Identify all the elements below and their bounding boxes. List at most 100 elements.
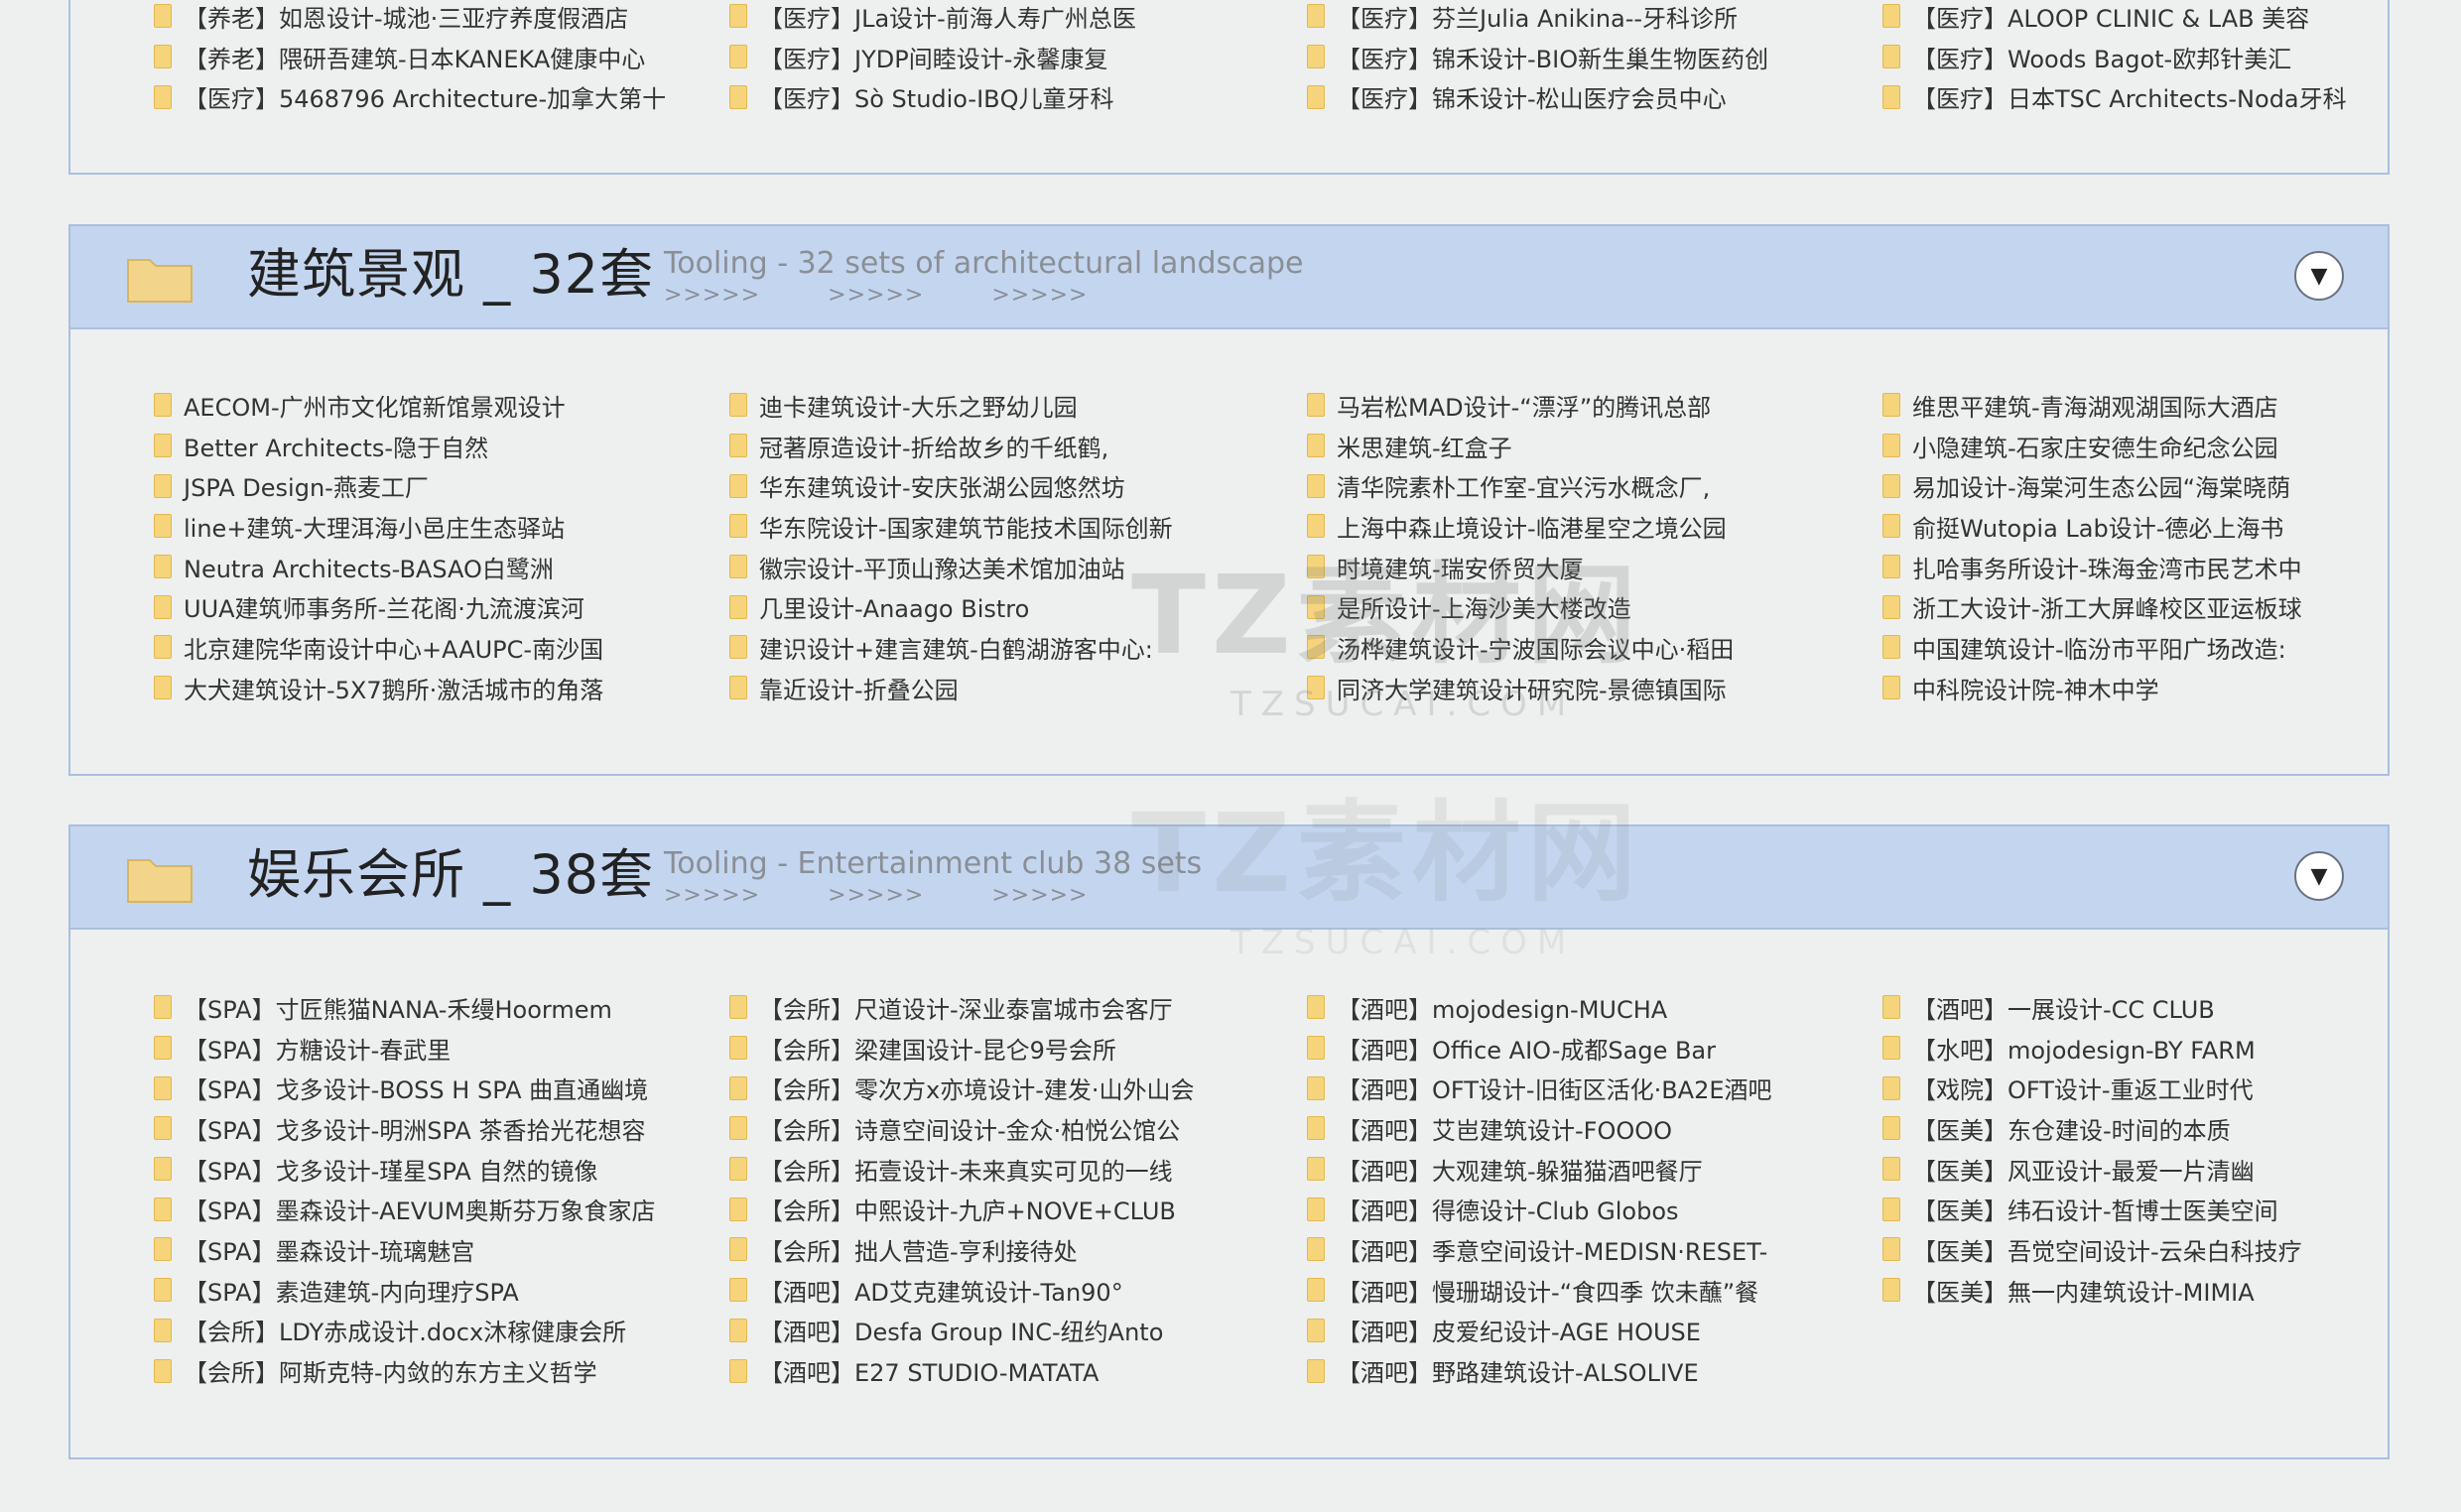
list-item[interactable]: 【医疗】JYDP间睦设计-永馨康复 — [729, 37, 1285, 77]
list-item[interactable]: 【医疗】ALOOP CLINIC & LAB 美容 — [1882, 0, 2438, 37]
list-item[interactable]: 同济大学建筑设计研究院-景德镇国际 — [1307, 668, 1863, 708]
list-item[interactable]: 中科院设计院-神木中学 — [1882, 668, 2438, 708]
list-item[interactable]: 【医疗】5468796 Architecture-加拿大第十 — [154, 76, 710, 117]
list-item[interactable]: 徽宗设计-平顶山豫达美术馆加油站 — [729, 547, 1285, 587]
list-item[interactable]: 迪卡建筑设计-大乐之野幼儿园 — [729, 385, 1285, 426]
list-item[interactable]: 【SPA】素造建筑-内向理疗SPA — [154, 1270, 710, 1311]
list-item[interactable]: 【SPA】寸匠熊猫NANA-禾缦Hoormem — [154, 987, 710, 1028]
folder-icon — [154, 1237, 172, 1262]
list-item[interactable]: Neutra Architects-BASAO白鹭洲 — [154, 547, 710, 587]
list-item[interactable]: 【医美】风亚设计-最爱一片清幽 — [1882, 1149, 2438, 1190]
list-item[interactable]: line+建筑-大理洱海小邑庄生态驿站 — [154, 506, 710, 547]
list-item[interactable]: 【会所】尺道设计-深业泰富城市会客厅 — [729, 987, 1285, 1028]
list-item[interactable]: 【医疗】芬兰Julia Anikina--牙科诊所 — [1307, 0, 1863, 37]
list-item[interactable]: 华东建筑设计-安庆张湖公园悠然坊 — [729, 465, 1285, 506]
list-item-label: 【医疗】日本TSC Architects-Noda牙科 — [1912, 85, 2347, 114]
list-item[interactable]: Better Architects-隐于自然 — [154, 426, 710, 466]
list-item[interactable]: 是所设计-上海沙美大楼改造 — [1307, 586, 1863, 627]
list-item-label: 【酒吧】Office AIO-成都Sage Bar — [1337, 1036, 1717, 1065]
list-item[interactable]: 大犬建筑设计-5X7鹅所·激活城市的角落 — [154, 668, 710, 708]
list-item[interactable]: 【养老】如恩设计-城池·三亚疗养度假酒店 — [154, 0, 710, 37]
list-item[interactable]: 【酒吧】野路建筑设计-ALSOLIVE — [1307, 1350, 1863, 1391]
list-item[interactable]: 小隐建筑-石家庄安德生命纪念公园 — [1882, 426, 2438, 466]
list-item[interactable]: 【酒吧】艾岜建筑设计-FOOOO — [1307, 1108, 1863, 1149]
list-item[interactable]: 【酒吧】一展设计-CC CLUB — [1882, 987, 2438, 1028]
list-item[interactable]: 易加设计-海棠河生态公园“海棠晓荫 — [1882, 465, 2438, 506]
list-item[interactable]: 浙工大设计-浙工大屏峰校区亚运板球 — [1882, 586, 2438, 627]
collapse-toggle-button[interactable]: ▼ — [2294, 251, 2344, 301]
list-item[interactable]: 汤桦建筑设计-宁波国际会议中心·稻田 — [1307, 627, 1863, 668]
list-item[interactable]: 冠著原造设计-折给故乡的千纸鹤, — [729, 426, 1285, 466]
folder-icon — [154, 1116, 172, 1141]
list-item[interactable]: 【酒吧】mojodesign-MUCHA — [1307, 987, 1863, 1028]
list-item[interactable]: 【医美】东仓建设-时间的本质 — [1882, 1108, 2438, 1149]
list-item[interactable]: 上海中森止境设计-临港星空之境公园 — [1307, 506, 1863, 547]
collapse-toggle-button[interactable]: ▼ — [2294, 851, 2344, 901]
list-item[interactable]: 【会所】拓壹设计-未来真实可见的一线 — [729, 1149, 1285, 1190]
list-item[interactable]: 【酒吧】Office AIO-成都Sage Bar — [1307, 1028, 1863, 1069]
list-item[interactable]: 【医疗】日本TSC Architects-Noda牙科 — [1882, 76, 2438, 117]
list-item[interactable]: 【医疗】Woods Bagot-欧邦针美汇 — [1882, 37, 2438, 77]
entertainment-section-header[interactable]: 娱乐会所 _ 38套 Tooling - Entertainment club … — [70, 826, 2388, 930]
list-item[interactable]: 【酒吧】AD艾克建筑设计-Tan90° — [729, 1270, 1285, 1311]
list-item[interactable]: 【会所】阿斯克特-内敛的东方主义哲学 — [154, 1350, 710, 1391]
list-item[interactable]: 【会所】拙人营造-亨利接待处 — [729, 1229, 1285, 1270]
list-item[interactable]: 【酒吧】皮爱纪设计-AGE HOUSE — [1307, 1311, 1863, 1351]
list-item[interactable]: 【SPA】戈多设计-明洲SPA 茶香拾光花想容 — [154, 1108, 710, 1149]
list-item[interactable]: 马岩松MAD设计-“漂浮”的腾讯总部 — [1307, 385, 1863, 426]
list-item[interactable]: 【医疗】JLa设计-前海人寿广州总医 — [729, 0, 1285, 37]
list-item[interactable]: 【会所】零次方x亦境设计-建发·山外山会 — [729, 1068, 1285, 1108]
list-item[interactable]: 【会所】LDY赤成设计.docx沐稼健康会所 — [154, 1311, 710, 1351]
architecture-section-header[interactable]: 建筑景观 _ 32套 Tooling - 32 sets of architec… — [70, 226, 2388, 329]
list-item[interactable]: JSPA Design-燕麦工厂 — [154, 465, 710, 506]
folder-icon — [1307, 1358, 1325, 1383]
list-item[interactable]: 【养老】隈研吾建筑-日本KANEKA健康中心 — [154, 37, 710, 77]
list-item[interactable]: 【SPA】戈多设计-BOSS H SPA 曲直通幽境 — [154, 1068, 710, 1108]
list-item[interactable]: 【医疗】锦禾设计-BIO新生巢生物医药创 — [1307, 37, 1863, 77]
list-item[interactable]: 中国建筑设计-临汾市平阳广场改造: — [1882, 627, 2438, 668]
item-column: 迪卡建筑设计-大乐之野幼儿园 冠著原造设计-折给故乡的千纸鹤, 华东建筑设计-安庆张… — [729, 385, 1285, 708]
list-item[interactable]: 俞挺Wutopia Lab设计-德必上海书 — [1882, 506, 2438, 547]
list-item[interactable]: 【酒吧】慢珊瑚设计-“食四季 饮未蘸”餐 — [1307, 1270, 1863, 1311]
list-item[interactable]: 北京建院华南设计中心+AAUPC-南沙国 — [154, 627, 710, 668]
list-item[interactable]: 【酒吧】E27 STUDIO-MATATA — [729, 1350, 1285, 1391]
list-item[interactable]: 【酒吧】Desfa Group INC-纽约Anto — [729, 1311, 1285, 1351]
list-item[interactable]: 【医美】無一内建筑设计-MIMIA — [1882, 1270, 2438, 1311]
list-item[interactable]: 【酒吧】OFT设计-旧街区活化·BA2E酒吧 — [1307, 1068, 1863, 1108]
list-item[interactable]: 建识设计+建言建筑-白鹤湖游客中心: — [729, 627, 1285, 668]
list-item[interactable]: 【医疗】锦禾设计-松山医疗会员中心 — [1307, 76, 1863, 117]
list-item[interactable]: AECOM-广州市文化馆新馆景观设计 — [154, 385, 710, 426]
list-item[interactable]: 【医美】纬石设计-皙博士医美空间 — [1882, 1189, 2438, 1229]
list-item-label: 【医疗】锦禾设计-BIO新生巢生物医药创 — [1337, 45, 1769, 73]
list-item-label: 【医疗】Woods Bagot-欧邦针美汇 — [1912, 45, 2292, 73]
list-item[interactable]: 【酒吧】得德设计-Club Globos — [1307, 1189, 1863, 1229]
list-item[interactable]: 【会所】梁建国设计-昆仑9号会所 — [729, 1028, 1285, 1069]
list-item-label: 【SPA】戈多设计-明洲SPA 茶香拾光花想容 — [184, 1116, 646, 1145]
folder-icon — [154, 1318, 172, 1342]
list-item[interactable]: 维思平建筑-青海湖观湖国际大酒店 — [1882, 385, 2438, 426]
list-item[interactable]: 【SPA】墨森设计-琉璃魅宫 — [154, 1229, 710, 1270]
list-item-label: 浙工大设计-浙工大屏峰校区亚运板球 — [1912, 595, 2302, 624]
list-item[interactable]: 【医疗】Sò Studio-IBQ儿童牙科 — [729, 76, 1285, 117]
list-item[interactable]: 【会所】诗意空间设计-金众·柏悦公馆公 — [729, 1108, 1285, 1149]
list-item[interactable]: 华东院设计-国家建筑节能技术国际创新 — [729, 506, 1285, 547]
list-item[interactable]: 时境建筑-瑞安侨贸大厦 — [1307, 547, 1863, 587]
list-item-label: 【酒吧】野路建筑设计-ALSOLIVE — [1337, 1359, 1699, 1388]
list-item[interactable]: 几里设计-Anaago Bistro — [729, 586, 1285, 627]
list-item[interactable]: 【会所】中熙设计-九庐+NOVE+CLUB — [729, 1189, 1285, 1229]
list-item[interactable]: 【SPA】墨森设计-AEVUM奥斯芬万象食家店 — [154, 1189, 710, 1229]
list-item[interactable]: 【戏院】OFT设计-重返工业时代 — [1882, 1068, 2438, 1108]
list-item[interactable]: 靠近设计-折叠公园 — [729, 668, 1285, 708]
list-item[interactable]: 【SPA】戈多设计-瑾星SPA 自然的镜像 — [154, 1149, 710, 1190]
list-item[interactable]: UUA建筑师事务所-兰花阁·九流渡滨河 — [154, 586, 710, 627]
list-item[interactable]: 【酒吧】季意空间设计-MEDISN·RESET- — [1307, 1229, 1863, 1270]
list-item[interactable]: 【酒吧】大观建筑-躲猫猫酒吧餐厅 — [1307, 1149, 1863, 1190]
folder-icon — [1882, 635, 1900, 660]
list-item[interactable]: 【SPA】方糖设计-春武里 — [154, 1028, 710, 1069]
list-item[interactable]: 【水吧】mojodesign-BY FARM — [1882, 1028, 2438, 1069]
list-item[interactable]: 清华院素朴工作室-宜兴污水概念厂, — [1307, 465, 1863, 506]
list-item[interactable]: 扎哈事务所设计-珠海金湾市民艺术中 — [1882, 547, 2438, 587]
list-item[interactable]: 【医美】吾觉空间设计-云朵白科技疗 — [1882, 1229, 2438, 1270]
folder-icon — [154, 555, 172, 579]
list-item[interactable]: 米思建筑-红盒子 — [1307, 426, 1863, 466]
